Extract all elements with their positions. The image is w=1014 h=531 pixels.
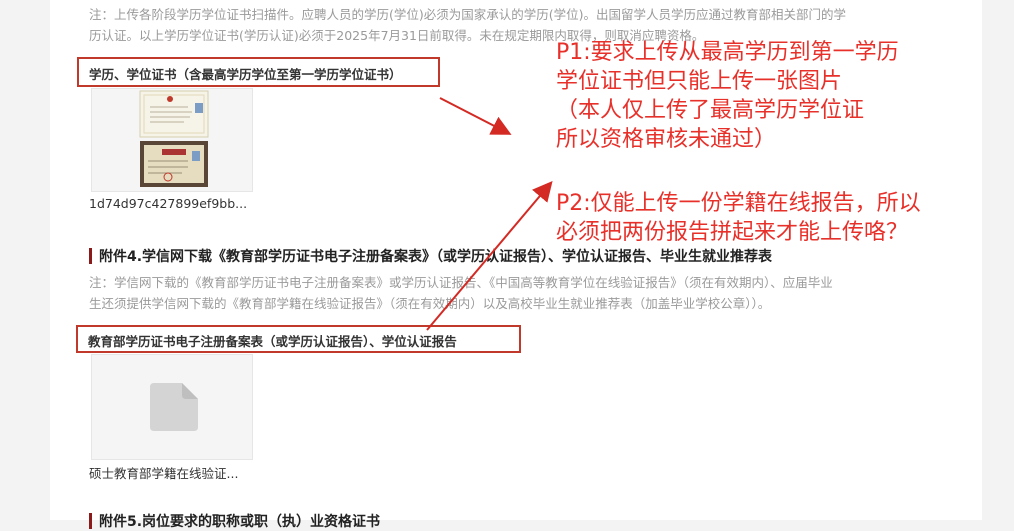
annotation-p1-line1: P1:要求上传从最高学历到第一学历 [556, 40, 899, 65]
annotation-p1-line2: 学位证书但只能上传一张图片 [556, 69, 843, 94]
annotation-p1: P1:要求上传从最高学历到第一学历 学位证书但只能上传一张图片 （本人仅上传了最… [556, 38, 899, 154]
attachment4-note-line1: 注：学信网下载的《教育部学历证书电子注册备案表》或学历认证报告、《中国高等教育学… [89, 275, 833, 290]
uploaded-filename-1[interactable]: 1d74d97c427899ef9bb... [89, 196, 247, 211]
upload-note-line1: 注：上传各阶段学历学位证书扫描件。应聘人员的学历(学位)必须为国家承认的学历(学… [89, 7, 847, 22]
field-label-registration-form: 教育部学历证书电子注册备案表（或学历认证报告）、学位认证报告 [88, 334, 457, 349]
section-title-attachment5: 附件5.岗位要求的职称或职（执）业资格证书 [89, 511, 380, 531]
annotation-p2: P2:仅能上传一份学籍在线报告，所以 必须把两份报告拼起来才能上传咯？ [556, 189, 921, 247]
uploaded-image-thumbnail[interactable] [91, 88, 253, 192]
attachment4-note-line2: 生还须提供学信网下载的《教育部学籍在线验证报告》（须在有效期内）以及高校毕业生就… [89, 296, 771, 311]
annotation-p1-line3: （本人仅上传了最高学历学位证 [556, 98, 865, 123]
annotation-p1-line4: 所以资格审核未通过） [556, 127, 777, 152]
annotation-p2-line2: 必须把两份报告拼起来才能上传咯？ [556, 220, 909, 245]
field-label-degree-certs: 学历、学位证书（含最高学历学位至第一学历学位证书） [89, 67, 402, 82]
uploaded-filename-2[interactable]: 硕士教育部学籍在线验证... [89, 463, 238, 482]
section-title-attachment4: 附件4.学信网下载《教育部学历证书电子注册备案表》（或学历认证报告）、学位认证报… [89, 246, 772, 266]
file-icon [150, 383, 198, 431]
certificate-image [139, 90, 209, 187]
attachment4-note: 注：学信网下载的《教育部学历证书电子注册备案表》或学历认证报告、《中国高等教育学… [89, 272, 959, 314]
uploaded-file-thumbnail[interactable] [91, 354, 253, 460]
annotation-p2-line1: P2:仅能上传一份学籍在线报告，所以 [556, 191, 921, 216]
